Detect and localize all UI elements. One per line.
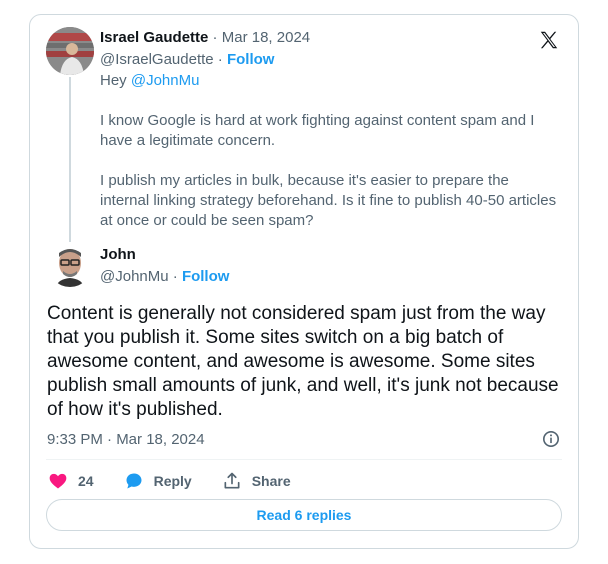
parent-tweet-text: Hey @JohnMu I know Google is hard at wor… [100, 71, 560, 251]
read-replies-button[interactable]: Read 6 replies [46, 499, 562, 531]
mention-link[interactable]: @JohnMu [131, 72, 200, 89]
author-name[interactable]: John [100, 246, 136, 263]
reply-button[interactable]: Reply [124, 471, 192, 491]
avatar[interactable] [48, 243, 92, 287]
parent-paragraph-2: I publish my articles in bulk, because i… [100, 172, 557, 229]
reply-tweet-text: Content is generally not considered spam… [47, 303, 559, 420]
reply-author-line: John [100, 246, 136, 263]
action-bar: 24 Reply Share [48, 470, 321, 492]
parent-author-line: Israel Gaudette · Mar 18, 2024 [100, 29, 310, 46]
x-logo-icon[interactable] [538, 29, 560, 51]
parent-paragraph-1: I know Google is hard at work fighting a… [100, 112, 535, 149]
follow-button[interactable]: Follow [182, 268, 230, 285]
avatar[interactable] [46, 27, 94, 75]
like-count: 24 [78, 473, 94, 489]
timestamp[interactable]: 9:33 PM · Mar 18, 2024 [47, 431, 205, 448]
parent-handle-line: @IsraelGaudette · Follow [100, 51, 274, 68]
share-icon [224, 472, 240, 489]
separator: · [208, 29, 222, 46]
separator: · [168, 268, 182, 285]
share-label: Share [251, 473, 291, 489]
tweet-card: Israel Gaudette · Mar 18, 2024 @IsraelGa… [29, 14, 579, 549]
heart-icon [49, 473, 67, 489]
follow-button[interactable]: Follow [227, 51, 275, 68]
parent-paragraph-greeting: Hey @JohnMu [100, 71, 560, 91]
reply-handle-line: @JohnMu · Follow [100, 268, 229, 285]
share-button[interactable]: Share [222, 471, 291, 491]
author-handle[interactable]: @JohnMu [100, 268, 169, 285]
info-icon[interactable] [542, 430, 560, 448]
post-date[interactable]: Mar 18, 2024 [222, 29, 310, 46]
divider [46, 459, 562, 460]
reply-label: Reply [153, 473, 192, 489]
separator: · [213, 51, 227, 68]
reply-bubble-icon [126, 473, 142, 489]
greeting-text: Hey [100, 72, 131, 89]
thread-connector-line [69, 77, 71, 242]
author-name[interactable]: Israel Gaudette [100, 29, 208, 46]
like-button[interactable]: 24 [48, 471, 94, 491]
author-handle[interactable]: @IsraelGaudette [100, 51, 214, 68]
